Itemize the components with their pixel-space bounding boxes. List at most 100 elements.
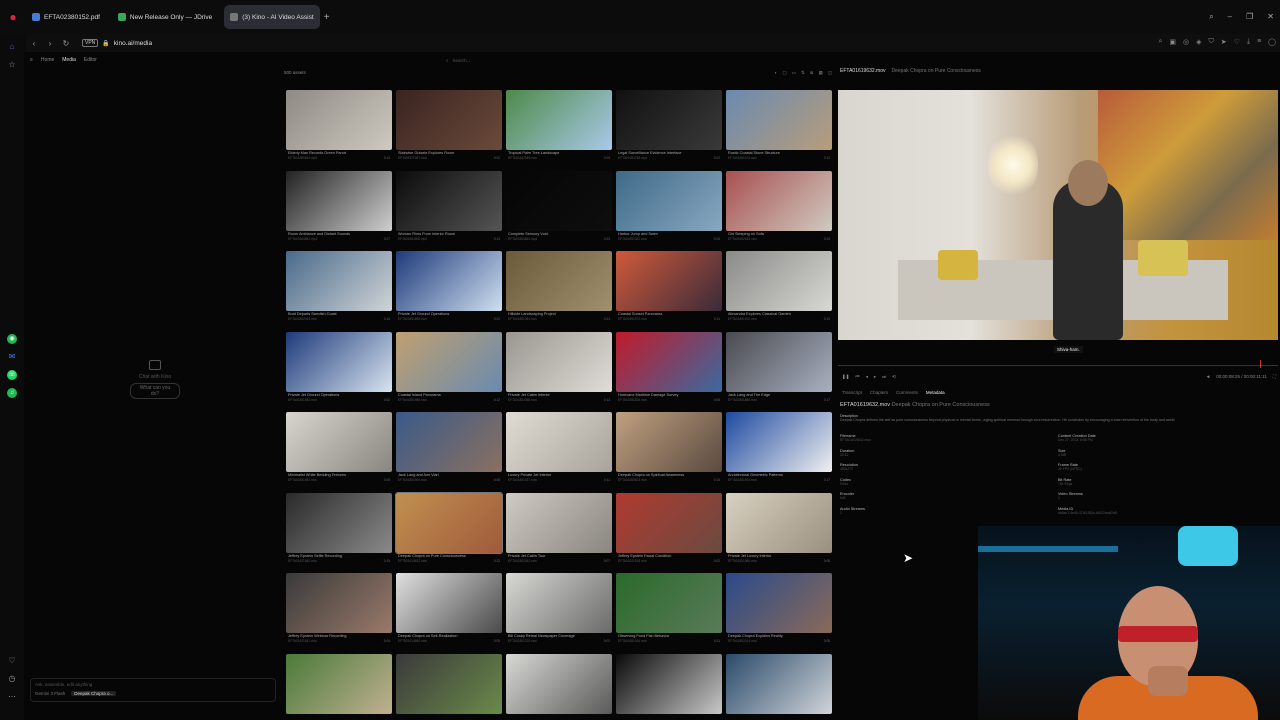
new-tab-button[interactable]: + (324, 12, 330, 23)
playhead[interactable] (1260, 360, 1261, 368)
step-back-icon[interactable]: ◂ (866, 374, 868, 380)
media-tile[interactable]: Coastal Island Panorama EFTA01851988.mov 0… (396, 322, 502, 402)
media-thumbnail[interactable] (616, 331, 722, 392)
media-tile[interactable]: Luxury Private Jet Interior EFTA01851937.… (506, 402, 612, 482)
media-thumbnail[interactable] (726, 331, 832, 392)
tab-chapters[interactable]: Chapters (870, 390, 888, 395)
tab-metadata[interactable]: Metadata (926, 390, 945, 395)
media-tile[interactable]: Hillside Landscaping Project EFTA01851084… (506, 241, 612, 321)
video-player[interactable] (838, 90, 1278, 340)
star-icon[interactable]: ☆ (7, 60, 17, 70)
media-thumbnail[interactable] (286, 331, 392, 392)
breadcrumb-media[interactable]: Media (62, 57, 76, 63)
media-thumbnail[interactable] (286, 653, 392, 714)
media-thumbnail[interactable] (726, 492, 832, 553)
shield-icon[interactable]: ⛉ (1209, 38, 1214, 46)
media-tile[interactable]: Deepak Chopra on Pure Consciousness EFTA0… (395, 483, 503, 563)
filter-icon[interactable]: ◐ (775, 70, 778, 78)
camera-icon[interactable]: ▣ (1169, 38, 1176, 46)
search-input[interactable]: Search... (453, 58, 471, 63)
media-thumbnail[interactable] (726, 412, 832, 472)
volume-icon[interactable]: ◄ (1206, 374, 1210, 380)
media-tile[interactable]: Bill Cosby Retrial Newspaper Coverage EFT… (506, 563, 612, 643)
media-tile[interactable]: Observing Pond Fish Behavior EFTA01851044… (616, 563, 722, 643)
browser-tab[interactable]: (3) Kino - AI Video Assist (224, 5, 320, 29)
sort-icon[interactable]: ⇅ (801, 70, 805, 78)
heart-icon[interactable]: ♡ (7, 656, 17, 666)
media-tile[interactable]: Jeffrey Epstein Webinar Recording EFTA018… (286, 563, 392, 643)
media-thumbnail[interactable] (286, 492, 392, 553)
media-tile[interactable] (726, 644, 832, 720)
grid-view-icon[interactable]: ▦ (818, 70, 822, 78)
media-thumbnail[interactable] (396, 412, 502, 472)
sidebar-toggle-icon[interactable]: ≡ (30, 57, 33, 63)
media-thumbnail[interactable] (616, 573, 722, 633)
media-thumbnail[interactable] (396, 90, 502, 150)
skip-forward-icon[interactable]: ⏭ (882, 374, 886, 380)
timeline[interactable] (838, 356, 1278, 368)
media-thumbnail[interactable] (506, 492, 612, 553)
media-tile[interactable]: Jack Lang and Ami Viari EFTA01851904.mov 0… (396, 402, 502, 482)
loop-icon[interactable]: ⟲ (892, 374, 896, 380)
media-thumbnail[interactable] (616, 492, 722, 553)
media-tile[interactable] (506, 644, 612, 720)
menu-icon[interactable]: ≡ (1257, 38, 1261, 46)
media-thumbnail[interactable] (726, 573, 832, 633)
list-view-icon[interactable]: ≣ (810, 70, 814, 78)
skip-back-icon[interactable]: ⏮ (856, 374, 860, 380)
maximize-button[interactable]: ❐ (1246, 12, 1253, 22)
suggestion-pill[interactable]: What can you do? (130, 383, 180, 399)
media-tile[interactable]: Private Jet Ground Operations EFTA0185189… (396, 241, 502, 321)
media-tile[interactable]: Girl Sleeping on Sofa EFTA01852185.mov 0:2… (726, 161, 832, 241)
media-thumbnail[interactable] (616, 170, 722, 231)
media-tile[interactable]: Stairwise Guiseie Explores Room EFTA01871… (396, 80, 502, 160)
media-thumbnail[interactable] (286, 90, 392, 150)
media-tile[interactable]: Deepak Chopra Explains Reality EFTA018520… (726, 563, 832, 643)
home-icon[interactable]: ⌂ (7, 42, 17, 52)
media-tile[interactable]: Minimalist White Bedding Textures EFTA018… (286, 402, 392, 482)
messenger-icon[interactable]: ✉ (7, 352, 17, 362)
media-tile[interactable]: Private Jet Luxury Interior EFTA01851986.… (726, 483, 832, 563)
media-tile[interactable]: Coastal Sunset Panorama EFTA01851972.mov 0… (616, 241, 722, 321)
pause-icon[interactable]: ❚❚ (842, 374, 850, 380)
media-thumbnail[interactable] (506, 170, 612, 231)
media-thumbnail[interactable] (396, 331, 502, 392)
media-tile[interactable]: Private Jet Ground Operations EFTA0185198… (286, 322, 392, 402)
reload-icon[interactable]: ↻ (58, 39, 74, 48)
media-thumbnail[interactable] (396, 170, 502, 231)
media-thumbnail[interactable] (726, 653, 832, 714)
download-icon[interactable]: ⤓ (1247, 38, 1250, 46)
media-thumbnail[interactable] (506, 90, 612, 150)
send-icon[interactable]: ➤ (1221, 38, 1227, 46)
media-tile[interactable]: Jack Lang and The Edge EFTA01851886.mov 0:… (726, 322, 832, 402)
media-tile[interactable]: Room Ambiance and Distant Sounds EFTA0186… (286, 161, 392, 241)
spotify-icon[interactable]: ♫ (7, 388, 17, 398)
media-thumbnail[interactable] (396, 573, 502, 633)
media-tile[interactable]: Harbor Jump and Swim EFTA01851082.mov 0:06 (616, 161, 722, 241)
media-thumbnail[interactable] (506, 573, 612, 633)
extension-icon[interactable]: ◈ (1196, 38, 1201, 46)
media-tile[interactable]: Boat Departs Swedish Coast EFTA01852063.m… (286, 241, 392, 321)
media-tile[interactable]: Architectural Geometric Patterns EFTA0185… (726, 402, 832, 482)
media-tile[interactable] (616, 644, 722, 720)
chat-input[interactable]: Ask, assemble, edit anything Gemini 3 Fl… (30, 678, 276, 702)
select-icon[interactable]: ▢ (782, 70, 786, 78)
step-forward-icon[interactable]: ▸ (874, 374, 876, 380)
media-thumbnail[interactable] (286, 412, 392, 472)
media-tile[interactable]: Woman Films From Interior Room EFTA018649… (396, 161, 502, 241)
media-tile[interactable]: Alexandra Explores Classical Garden EFTA0… (726, 241, 832, 321)
media-tile[interactable]: Tropical Palm Tree Landscape EFTA01842348… (506, 80, 612, 160)
profile-icon[interactable]: ◯ (1268, 38, 1276, 46)
media-thumbnail[interactable] (726, 251, 832, 311)
zoom-icon[interactable]: ⌕ (1159, 38, 1163, 46)
media-thumbnail[interactable] (286, 251, 392, 311)
model-selector[interactable]: Gemini 3 Flash (35, 691, 65, 696)
whatsapp-icon[interactable]: ☏ (7, 370, 17, 380)
media-thumbnail[interactable] (286, 170, 392, 231)
media-thumbnail[interactable] (286, 573, 392, 633)
search-tabs-icon[interactable]: ⌕ (1209, 12, 1213, 22)
media-thumbnail[interactable] (506, 412, 612, 472)
media-tile[interactable]: Deepak Chopra on Spiritual Awareness EFTA… (616, 402, 722, 482)
forward-icon[interactable]: › (42, 39, 58, 48)
media-tile[interactable]: Hurricane Maritime Damage Survey EFTA0185… (616, 322, 722, 402)
